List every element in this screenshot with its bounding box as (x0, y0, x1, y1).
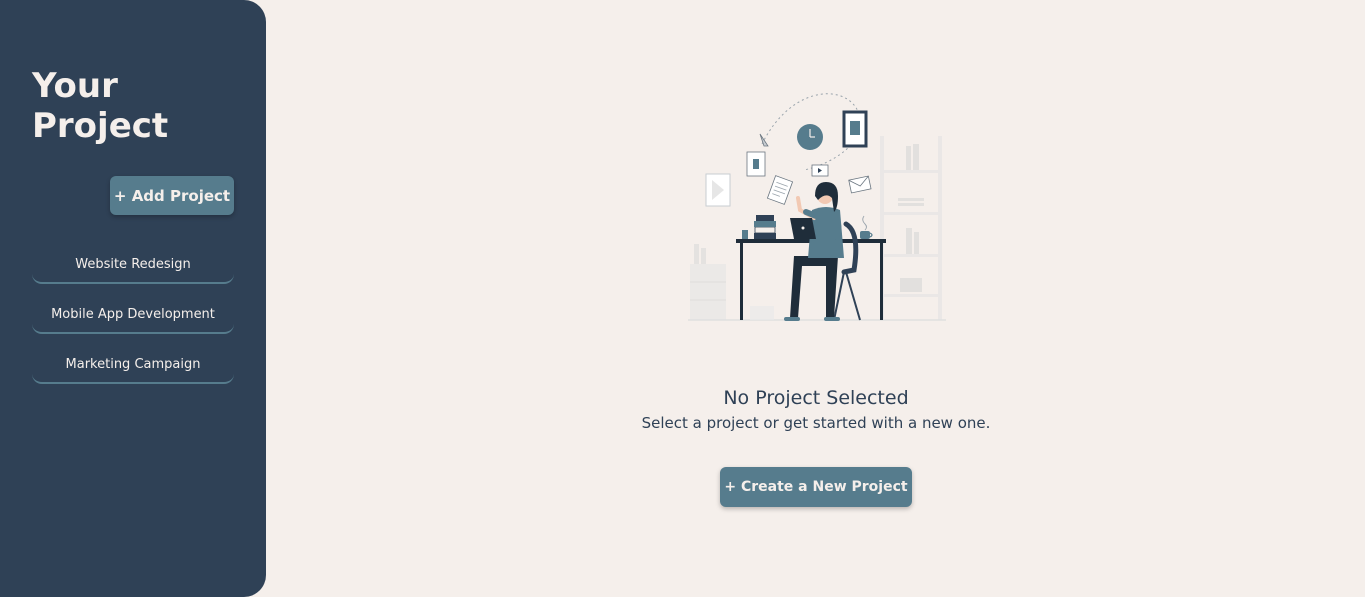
project-item-marketing-campaign[interactable]: Marketing Campaign (32, 346, 234, 384)
bookshelf (880, 136, 942, 320)
sidebar-title: Your Project (32, 66, 169, 146)
cabinet (690, 244, 726, 320)
person-working-at-desk-illustration (688, 93, 946, 321)
project-list: Website Redesign Mobile App Development … (32, 246, 234, 396)
sidebar: Your Project + Add Project Website Redes… (0, 0, 266, 597)
project-item-website-redesign[interactable]: Website Redesign (32, 246, 234, 284)
create-new-project-button[interactable]: + Create a New Project (720, 467, 912, 507)
app-root: Your Project + Add Project Website Redes… (0, 0, 1365, 597)
add-project-button[interactable]: + Add Project (110, 176, 234, 215)
empty-state-title: No Project Selected (723, 387, 909, 409)
project-item-mobile-app-development[interactable]: Mobile App Development (32, 296, 234, 334)
empty-state-subtitle: Select a project or get started with a n… (641, 414, 991, 432)
